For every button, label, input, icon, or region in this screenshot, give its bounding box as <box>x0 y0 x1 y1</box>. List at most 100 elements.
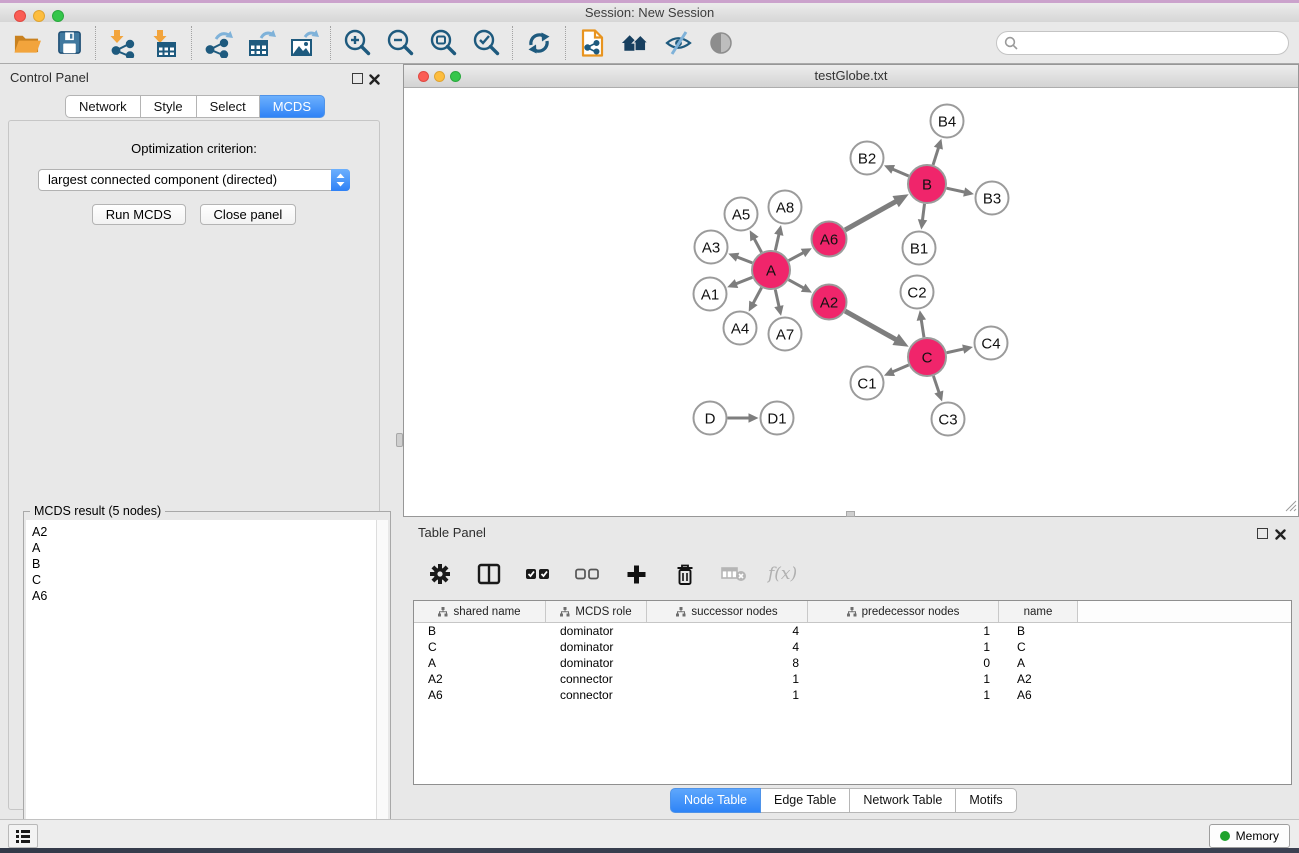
cell-successor-nodes[interactable]: 4 <box>647 639 808 655</box>
cell-predecessor-nodes[interactable]: 0 <box>808 655 999 671</box>
scrollbar-track[interactable] <box>376 520 388 853</box>
graph-node-D[interactable]: D <box>694 402 727 435</box>
close-panel-icon[interactable] <box>369 72 380 90</box>
zoom-selected-icon[interactable] <box>471 28 501 58</box>
graph-edge-A-A2[interactable] <box>789 280 812 293</box>
vertical-scrollbar-thumb[interactable] <box>396 433 403 447</box>
network-canvas[interactable]: ABCA2A6A1A3A4A5A7A8B1B2B3B4C1C2C3C4DD1 <box>404 88 1298 518</box>
cell-mcds-role[interactable]: dominator <box>546 623 647 639</box>
tab-motifs[interactable]: Motifs <box>956 788 1016 813</box>
table-row[interactable]: C dominator 4 1 C <box>414 639 1291 655</box>
cell-successor-nodes[interactable]: 4 <box>647 623 808 639</box>
tab-network[interactable]: Network <box>65 95 141 118</box>
list-item[interactable]: A6 <box>26 588 388 604</box>
list-item[interactable]: A2 <box>26 524 388 540</box>
graph-edge-A2-C[interactable] <box>845 311 909 347</box>
graph-edge-A-A8[interactable] <box>774 225 783 250</box>
graph-node-A4[interactable]: A4 <box>724 312 757 345</box>
cell-successor-nodes[interactable]: 1 <box>647 671 808 687</box>
zoom-in-icon[interactable] <box>342 28 372 58</box>
column-header-name[interactable]: name <box>999 601 1078 622</box>
graph-node-B4[interactable]: B4 <box>931 105 964 138</box>
graph-edge-C-C1[interactable] <box>884 365 909 376</box>
refresh-icon[interactable] <box>524 28 554 58</box>
graph-node-A2[interactable]: A2 <box>812 285 847 320</box>
cell-mcds-role[interactable]: dominator <box>546 655 647 671</box>
export-network-icon[interactable] <box>203 28 233 58</box>
node-table[interactable]: shared name MCDS role successor nodes pr… <box>413 600 1292 785</box>
cell-shared-name[interactable]: B <box>414 623 546 639</box>
graph-edge-C-C3[interactable] <box>933 376 943 402</box>
zoom-fit-icon[interactable] <box>428 28 458 58</box>
column-header-mcds-role[interactable]: MCDS role <box>546 601 647 622</box>
graph-node-B2[interactable]: B2 <box>851 142 884 175</box>
optimization-criterion-select[interactable]: largest connected component (directed) <box>38 169 350 191</box>
settings-gear-icon[interactable] <box>425 559 455 589</box>
graph-edge-A6-B[interactable] <box>845 194 909 230</box>
cell-name[interactable]: B <box>999 623 1078 639</box>
list-item[interactable]: C <box>26 572 388 588</box>
network-file-icon[interactable] <box>577 28 607 58</box>
window-titlebar[interactable]: Session: New Session <box>0 3 1299 23</box>
table-row[interactable]: A6 connector 1 1 A6 <box>414 687 1291 703</box>
tab-network-table[interactable]: Network Table <box>850 788 956 813</box>
cell-name[interactable]: A <box>999 655 1078 671</box>
tab-select[interactable]: Select <box>197 95 260 118</box>
run-mcds-button[interactable]: Run MCDS <box>92 204 186 225</box>
cell-predecessor-nodes[interactable]: 1 <box>808 623 999 639</box>
graph-edge-D-D1[interactable] <box>728 413 759 423</box>
cell-shared-name[interactable]: C <box>414 639 546 655</box>
cell-name[interactable]: A2 <box>999 671 1078 687</box>
graph-node-A[interactable]: A <box>752 251 790 289</box>
search-input[interactable] <box>996 31 1289 55</box>
graph-edge-A-A7[interactable] <box>774 290 783 316</box>
table-row[interactable]: A dominator 8 0 A <box>414 655 1291 671</box>
cell-predecessor-nodes[interactable]: 1 <box>808 687 999 703</box>
tab-style[interactable]: Style <box>141 95 197 118</box>
save-session-icon[interactable] <box>54 28 84 58</box>
graph-edge-A-A4[interactable] <box>749 288 762 312</box>
import-table-icon[interactable] <box>150 28 180 58</box>
graph-node-C4[interactable]: C4 <box>975 327 1008 360</box>
column-layout-icon[interactable] <box>474 559 504 589</box>
cell-predecessor-nodes[interactable]: 1 <box>808 639 999 655</box>
tab-edge-table[interactable]: Edge Table <box>761 788 850 813</box>
export-table-icon[interactable] <box>246 28 276 58</box>
resize-grip-icon[interactable] <box>1283 498 1297 517</box>
network-window-titlebar[interactable]: testGlobe.txt <box>404 65 1298 88</box>
graph-node-C1[interactable]: C1 <box>851 367 884 400</box>
list-item[interactable]: B <box>26 556 388 572</box>
close-panel-button[interactable]: Close panel <box>200 204 297 225</box>
graph-edge-B-B1[interactable] <box>918 204 927 230</box>
float-panel-icon[interactable] <box>1257 528 1268 539</box>
graph-edge-A-A5[interactable] <box>750 230 762 252</box>
cell-successor-nodes[interactable]: 1 <box>647 687 808 703</box>
graph-node-D1[interactable]: D1 <box>761 402 794 435</box>
unselect-all-icon[interactable] <box>572 559 602 589</box>
close-panel-icon[interactable] <box>1275 527 1286 545</box>
home-icon[interactable] <box>620 28 650 58</box>
graph-edge-C-C2[interactable] <box>917 310 926 337</box>
tab-mcds[interactable]: MCDS <box>260 95 325 118</box>
export-image-icon[interactable] <box>289 28 319 58</box>
graph-node-A7[interactable]: A7 <box>769 318 802 351</box>
cell-successor-nodes[interactable]: 8 <box>647 655 808 671</box>
column-header-shared-name[interactable]: shared name <box>414 601 546 622</box>
graph-node-A8[interactable]: A8 <box>769 191 802 224</box>
memory-button[interactable]: Memory <box>1209 824 1290 848</box>
mcds-result-list[interactable]: A2 A B C A6 <box>26 520 388 853</box>
list-item[interactable]: A <box>26 540 388 556</box>
cell-mcds-role[interactable]: connector <box>546 687 647 703</box>
graph-node-A5[interactable]: A5 <box>725 198 758 231</box>
cell-predecessor-nodes[interactable]: 1 <box>808 671 999 687</box>
table-row[interactable]: B dominator 4 1 B <box>414 623 1291 639</box>
delete-table-icon[interactable] <box>719 559 749 589</box>
add-column-icon[interactable] <box>621 559 651 589</box>
graph-node-C[interactable]: C <box>908 338 946 376</box>
graph-node-B1[interactable]: B1 <box>903 232 936 265</box>
cell-shared-name[interactable]: A6 <box>414 687 546 703</box>
graph-node-C2[interactable]: C2 <box>901 276 934 309</box>
column-header-predecessor-nodes[interactable]: predecessor nodes <box>808 601 999 622</box>
select-all-icon[interactable] <box>523 559 553 589</box>
task-history-button[interactable] <box>8 824 38 848</box>
